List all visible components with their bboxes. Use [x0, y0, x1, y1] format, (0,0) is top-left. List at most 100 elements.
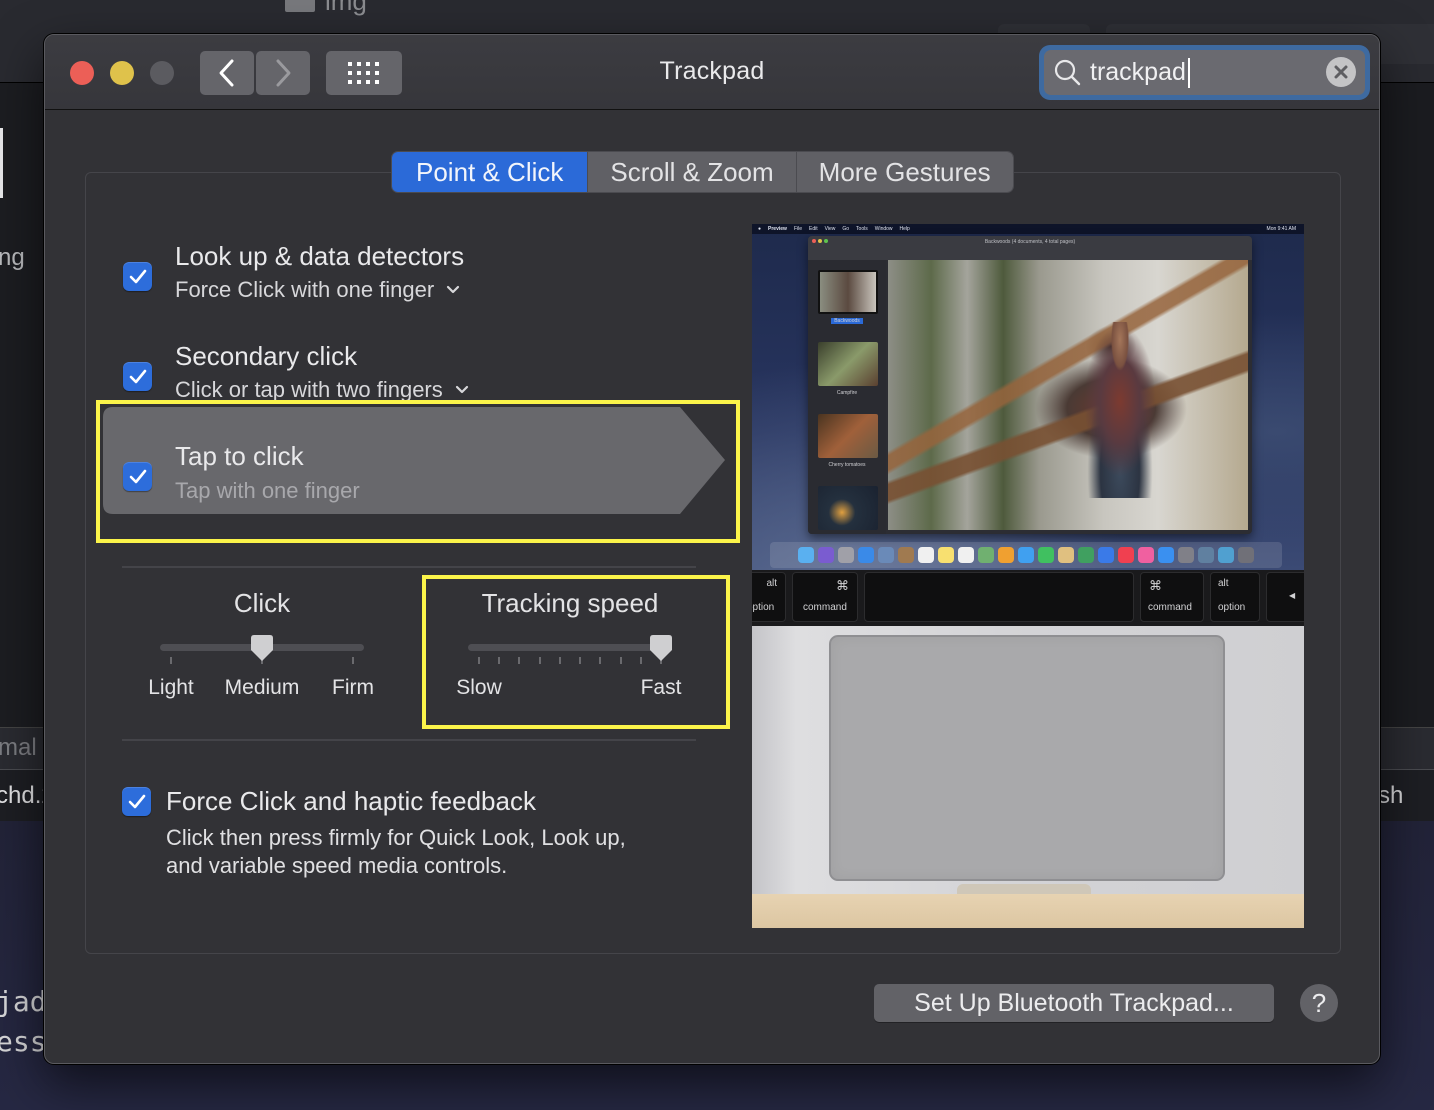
divider	[122, 566, 696, 568]
preview-dock-app-icon	[838, 547, 854, 563]
force-click-description-line2: and variable speed media controls.	[166, 853, 508, 878]
preview-traffic-lights	[812, 239, 828, 243]
background-code-line: ess	[0, 1025, 47, 1058]
preview-thumbnail	[818, 486, 878, 530]
force-click-description-line1: Click then press firmly for Quick Look, …	[166, 825, 626, 850]
background-text: ng	[0, 244, 25, 271]
preview-dock-app-icon	[1058, 547, 1074, 563]
preview-thumbnail	[818, 342, 878, 386]
slider-tick	[352, 657, 354, 664]
preview-thumbnail-label: Backwoods	[808, 318, 886, 324]
preview-dock-app-icon	[1098, 547, 1114, 563]
annotation-box	[96, 400, 740, 543]
preview-table-surface	[752, 894, 1304, 928]
search-focus-ring	[1039, 45, 1370, 100]
tab-more-gestures[interactable]: More Gestures	[795, 152, 1013, 192]
text-caret	[1188, 58, 1190, 88]
preview-dock-app-icon	[1118, 547, 1134, 563]
search-field[interactable]	[1044, 50, 1365, 95]
preview-dock-app-icon	[798, 547, 814, 563]
set-up-bluetooth-trackpad-button[interactable]: Set Up Bluetooth Trackpad...	[874, 984, 1274, 1022]
chevron-down-icon	[447, 285, 460, 294]
preview-dock-app-icon	[918, 547, 934, 563]
slider-thumb[interactable]	[251, 635, 273, 662]
preview-thumbnail	[818, 414, 878, 458]
preview-menu-item: Preview	[768, 226, 787, 232]
preview-menu-item: Edit	[809, 226, 818, 232]
preview-thumbnail-label: Campfire	[836, 390, 858, 396]
preview-menu-item: View	[824, 226, 836, 232]
secondary-click-title: Secondary click	[175, 341, 358, 371]
preview-photo	[888, 260, 1248, 530]
preview-menubar: ● Preview File Edit View Go Tools Window…	[752, 224, 1304, 234]
preview-dock-app-icon	[878, 547, 894, 563]
preview-trackpad	[829, 635, 1225, 881]
clear-search-button[interactable]	[1326, 57, 1356, 87]
tab-scroll-and-zoom[interactable]: Scroll & Zoom	[587, 152, 796, 192]
background-folder-label: img	[285, 0, 367, 17]
preview-dock	[770, 542, 1282, 568]
preview-app-toolbar: Backwoods (4 documents, 4 total pages)	[808, 236, 1252, 260]
preview-app-window: Backwoods (4 documents, 4 total pages) B…	[808, 236, 1252, 534]
preview-menu-item: Go	[842, 226, 850, 232]
checkmark-icon	[129, 269, 146, 283]
background-code-line: jad	[0, 985, 47, 1018]
preview-dock-app-icon	[1018, 547, 1034, 563]
preview-sidebar: Backwoods Campfire Cherry tomatoes	[808, 260, 886, 534]
preview-key-option: alt option	[1210, 572, 1260, 622]
preview-dock-app-icon	[938, 547, 954, 563]
click-slider-label: Firm	[332, 676, 374, 699]
slider-tick	[170, 657, 172, 664]
tab-point-and-click[interactable]: Point & Click	[392, 152, 588, 192]
preview-dock-app-icon	[818, 547, 834, 563]
preview-dock-app-icon	[858, 547, 874, 563]
secondary-click-checkbox[interactable]	[123, 362, 152, 391]
preview-dock-app-icon	[1178, 547, 1194, 563]
preview-desktop: ● Preview File Edit View Go Tools Window…	[752, 224, 1304, 570]
look-up-checkbox[interactable]	[123, 262, 152, 291]
background-left-pane	[0, 82, 50, 727]
preview-dock-app-icon	[898, 547, 914, 563]
folder-icon	[285, 0, 315, 12]
preview-laptop-body	[752, 626, 1304, 894]
preview-dock-app-icon	[1078, 547, 1094, 563]
look-up-gesture-dropdown[interactable]: Force Click with one finger	[175, 277, 460, 303]
background-right-pane	[1380, 82, 1434, 727]
look-up-title: Look up & data detectors	[175, 241, 465, 271]
preview-dock-app-icon	[1218, 547, 1234, 563]
preview-key-command: ⌘ command	[792, 572, 858, 622]
search-input[interactable]	[1090, 58, 1310, 87]
preview-dock-app-icon	[1158, 547, 1174, 563]
annotation-box	[422, 575, 730, 729]
preview-dock-app-icon	[1238, 547, 1254, 563]
preview-menu-item: Tools	[856, 226, 868, 232]
look-up-gesture-value: Force Click with one finger	[175, 277, 435, 302]
preview-dock-app-icon	[978, 547, 994, 563]
preview-dock-app-icon	[998, 547, 1014, 563]
trackpad-preferences-window: Trackpad Point & Click Scroll & Zoom Mor…	[44, 34, 1380, 1064]
title-bar: Trackpad	[45, 35, 1379, 110]
force-click-title: Force Click and haptic feedback	[166, 786, 536, 816]
preview-menu-item: Help	[899, 226, 910, 232]
checkmark-icon	[128, 794, 145, 808]
background-selection-bar	[0, 128, 3, 198]
force-click-checkbox[interactable]	[122, 787, 151, 816]
preview-keyboard: alt option ⌘ command ⌘ command alt optio…	[752, 570, 1304, 626]
gesture-preview: ● Preview File Edit View Go Tools Window…	[752, 224, 1304, 928]
divider	[122, 739, 696, 741]
click-slider-title: Click	[233, 588, 291, 618]
tab-bar: Point & Click Scroll & Zoom More Gesture…	[392, 152, 1013, 192]
click-slider-label: Medium	[224, 676, 300, 699]
preview-thumbnail	[818, 270, 878, 314]
chevron-down-icon	[455, 385, 468, 394]
help-button[interactable]: ?	[1300, 984, 1338, 1022]
preview-dock-app-icon	[1138, 547, 1154, 563]
preview-menu-item: File	[793, 226, 802, 232]
preview-key-command: ⌘ command	[1140, 572, 1204, 622]
preview-photo-person	[1074, 322, 1166, 498]
preview-key-space	[864, 572, 1134, 622]
click-pressure-slider[interactable]: Click Light Medium Firm	[135, 588, 389, 708]
click-slider-label: Light	[148, 676, 194, 699]
close-icon	[1334, 65, 1348, 79]
preview-thumbnail-label: Cherry tomatoes	[828, 462, 866, 468]
